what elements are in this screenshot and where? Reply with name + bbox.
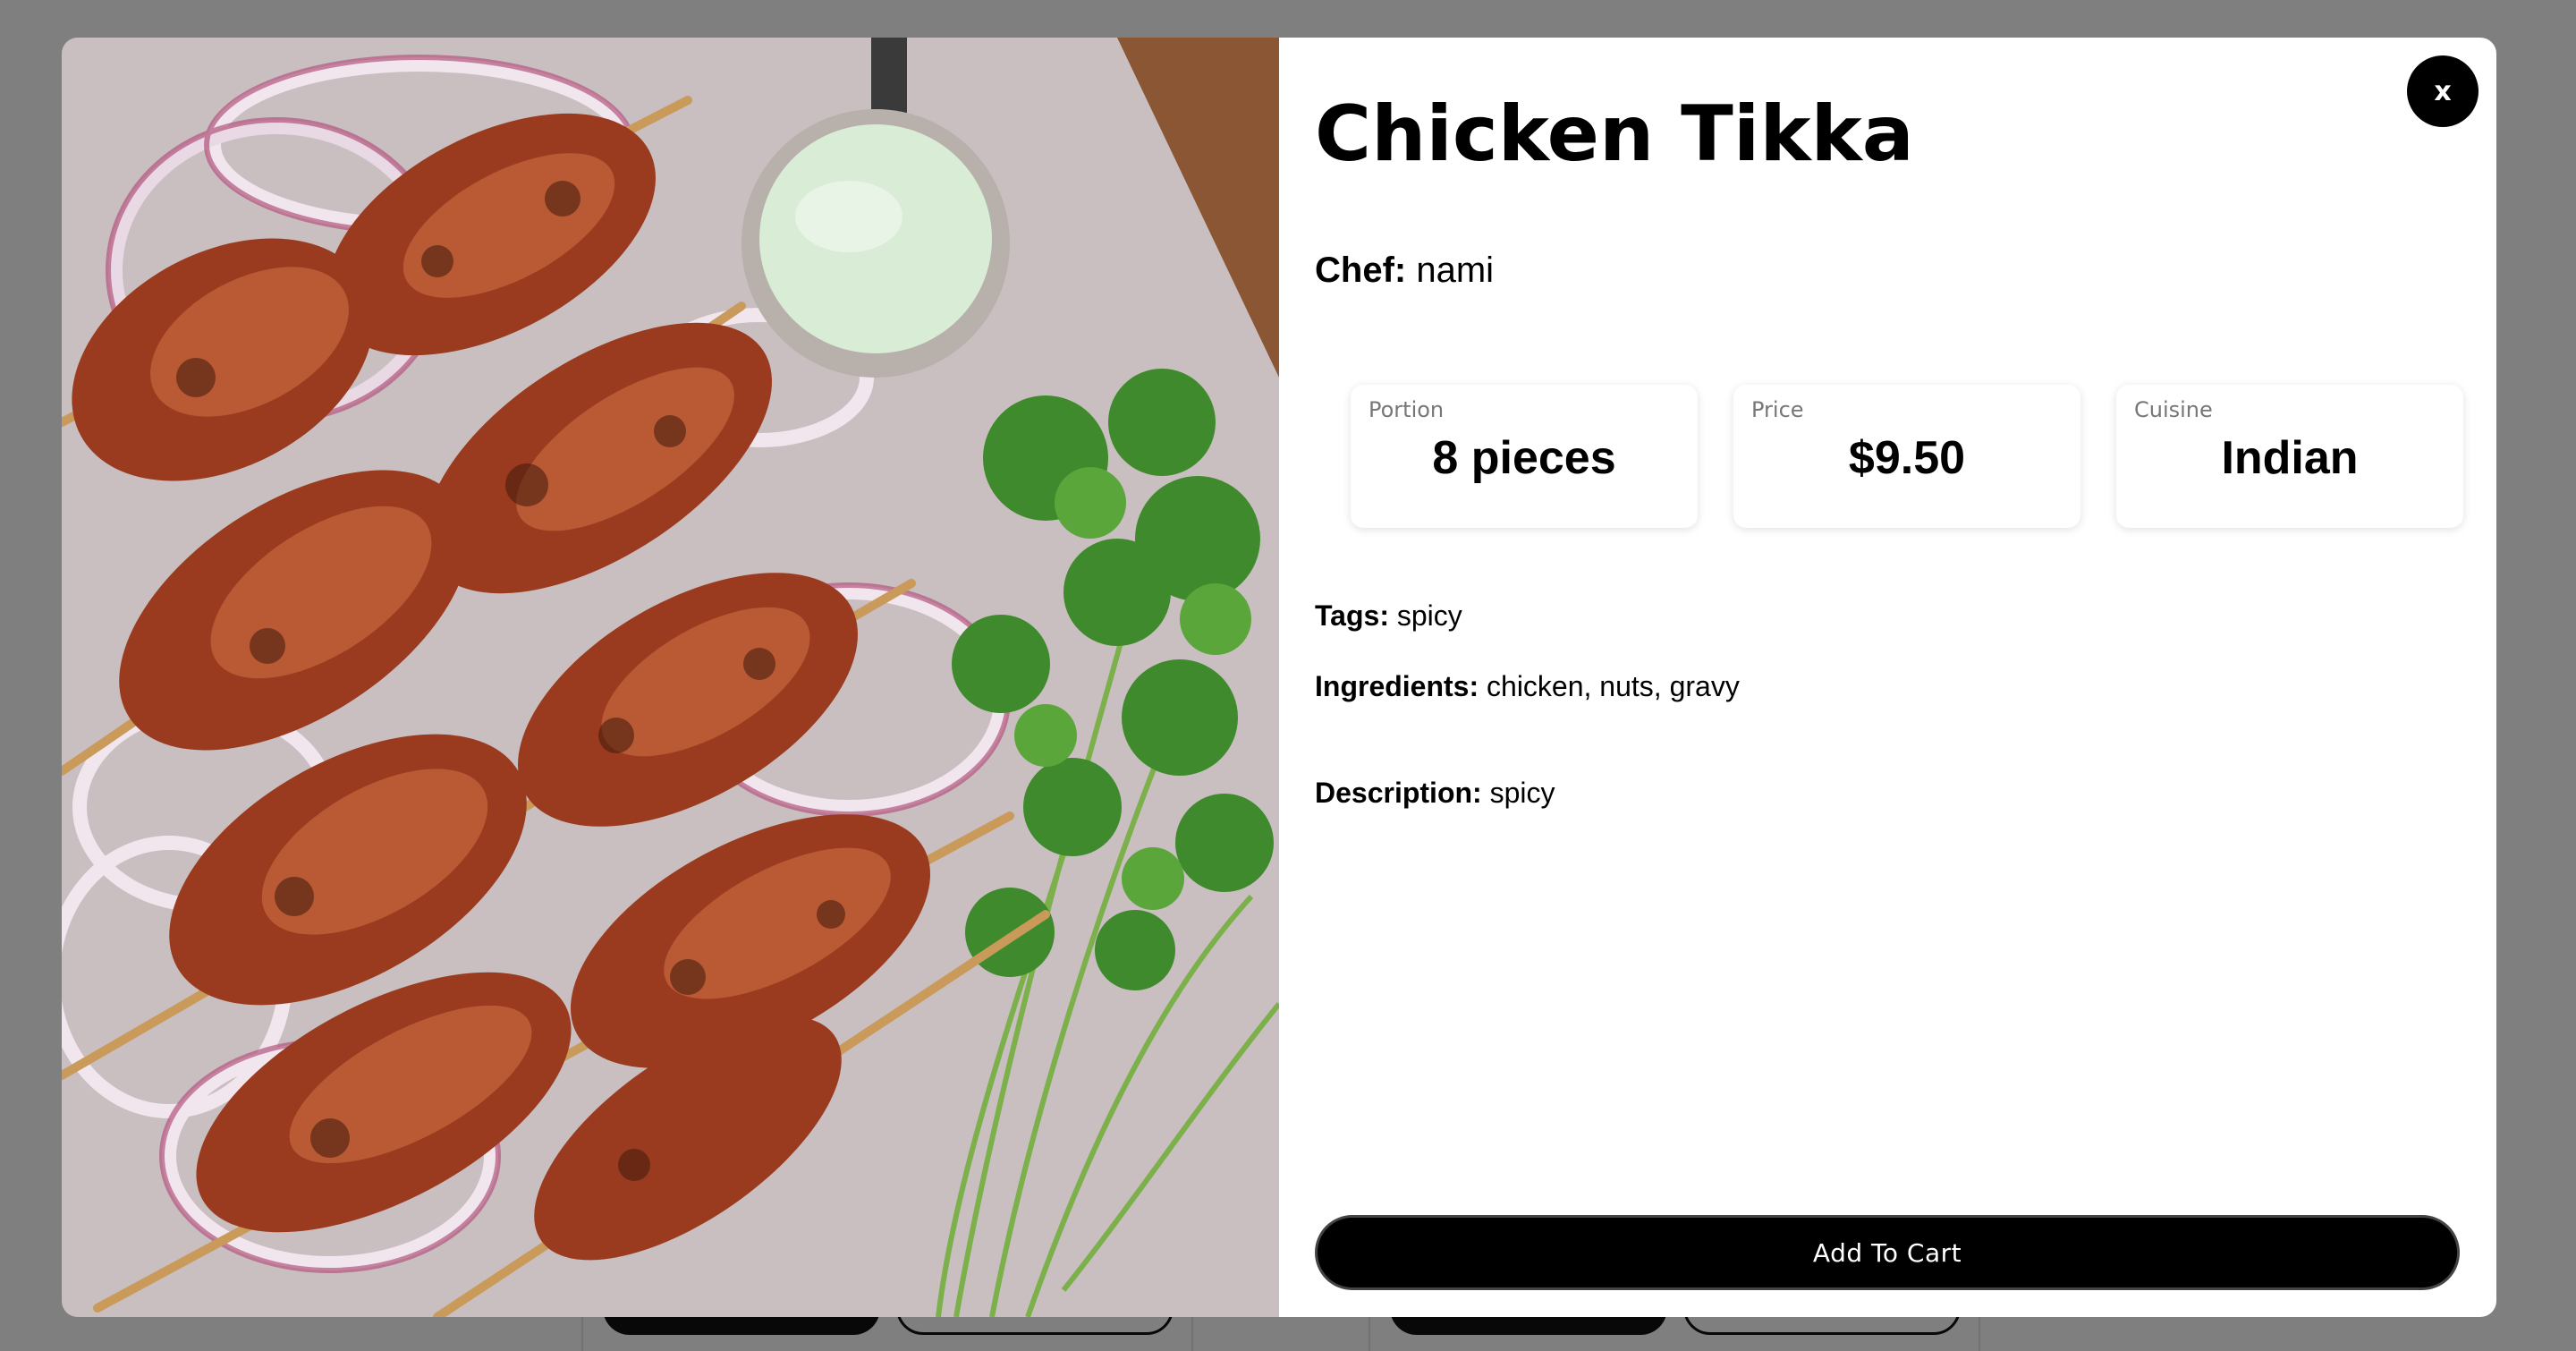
stat-value: 8 pieces bbox=[1432, 432, 1616, 484]
tags-label: Tags: bbox=[1315, 599, 1389, 632]
dish-title: Chicken Tikka bbox=[1315, 89, 1914, 179]
stat-card-portion: Portion 8 pieces bbox=[1351, 385, 1698, 528]
ingredients-line: Ingredients: chicken, nuts, gravy bbox=[1315, 670, 1740, 703]
stat-card-cuisine: Cuisine Indian bbox=[2116, 385, 2463, 528]
dish-stats: Portion 8 pieces Price $9.50 Cuisine Ind… bbox=[1351, 385, 2496, 528]
chef-value: nami bbox=[1416, 251, 1495, 290]
tags-line: Tags: spicy bbox=[1315, 599, 1462, 633]
stat-label: Portion bbox=[1368, 397, 1445, 422]
stat-value: Indian bbox=[2221, 432, 2359, 484]
stat-label: Price bbox=[1751, 397, 1804, 422]
stat-card-price: Price $9.50 bbox=[1733, 385, 2080, 528]
description-label: Description: bbox=[1315, 777, 1482, 809]
dish-photo-illustration bbox=[62, 38, 1279, 1317]
stat-label: Cuisine bbox=[2134, 397, 2213, 422]
dish-image bbox=[62, 38, 1279, 1317]
description-line: Description: spicy bbox=[1315, 777, 1555, 810]
ingredients-label: Ingredients: bbox=[1315, 670, 1479, 702]
chef-line: Chef: nami bbox=[1315, 251, 1494, 291]
stat-value: $9.50 bbox=[1848, 432, 1966, 484]
description-value: spicy bbox=[1489, 777, 1555, 809]
dish-details: x Chicken Tikka Chef: nami Portion 8 pie… bbox=[1279, 38, 2496, 1317]
dish-modal: x Chicken Tikka Chef: nami Portion 8 pie… bbox=[62, 38, 2496, 1317]
add-to-cart-button[interactable]: Add To Cart bbox=[1315, 1215, 2460, 1290]
ingredients-value: chicken, nuts, gravy bbox=[1487, 670, 1740, 702]
close-button[interactable]: x bbox=[2407, 55, 2479, 127]
chef-label: Chef: bbox=[1315, 251, 1407, 290]
tags-value: spicy bbox=[1396, 599, 1462, 632]
